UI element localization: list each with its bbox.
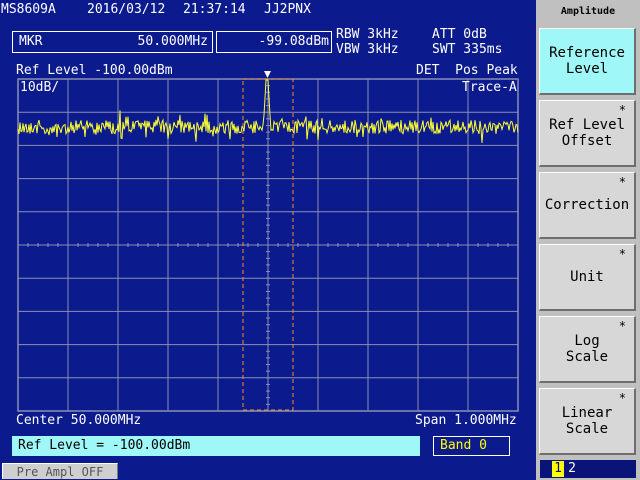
softkey-panel-title: Amplitude — [560, 6, 616, 17]
entry-field[interactable]: Ref Level = -100.00dBm — [12, 436, 420, 456]
softkey-correction[interactable]: * Correction — [539, 172, 636, 239]
softkey-star: * — [618, 247, 626, 261]
softkey-label: Linear Scale — [561, 405, 613, 437]
softkey-label: Unit — [570, 269, 604, 285]
trace-label: Trace-A — [462, 80, 517, 95]
softkey-ref-level-offset[interactable]: * Ref Level Offset — [539, 100, 636, 167]
scale-label: 10dB/ — [20, 80, 60, 95]
softkey-star: * — [618, 175, 626, 189]
span-label: Span 1.000MHz — [415, 413, 517, 428]
detector-label: DET Pos Peak — [416, 63, 518, 78]
softkey-unit[interactable]: * Unit — [539, 244, 636, 311]
softkey-label: Ref Level Offset — [549, 117, 625, 149]
softkey-label: Reference Level — [549, 45, 625, 77]
softkey-linear-scale[interactable]: * Linear Scale — [539, 388, 636, 455]
preamp-status: Pre Ampl OFF — [2, 463, 118, 479]
marker-triangle-icon — [264, 71, 271, 78]
softkey-star: * — [618, 319, 626, 333]
softkey-page-current[interactable]: 1 — [552, 461, 564, 477]
softkey-star: * — [618, 103, 626, 117]
softkey-reference-level[interactable]: Reference Level — [539, 28, 636, 95]
softkey-label: Log Scale — [565, 333, 609, 365]
softkey-page-other[interactable]: 2 — [566, 461, 578, 477]
center-frequency-label: Center 50.000MHz — [16, 413, 142, 428]
softkey-label: Correction — [544, 197, 630, 213]
ref-level-label: Ref Level -100.00dBm — [16, 63, 173, 78]
softkey-log-scale[interactable]: * Log Scale — [539, 316, 636, 383]
band-indicator: Band 0 — [433, 436, 510, 456]
softkey-star: * — [618, 391, 626, 405]
